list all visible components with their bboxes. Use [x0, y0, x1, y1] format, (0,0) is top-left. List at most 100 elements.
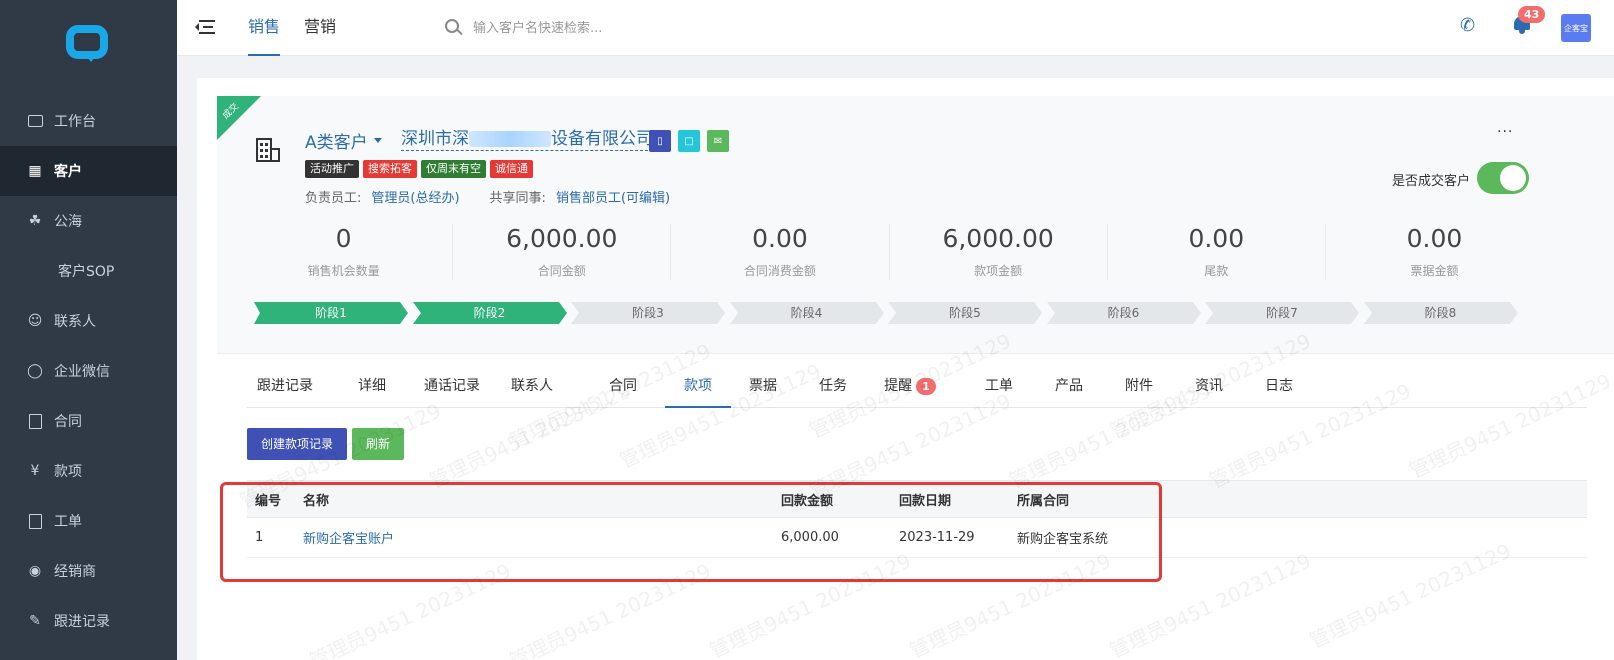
stage-step-3[interactable]: 阶段3: [571, 302, 725, 324]
customer-header: 成交 A类客户 深圳市深 设备有限公司 ▯ □ ✉ 活动推广 搜索拓客 仅周末有空 诚信…: [217, 96, 1614, 354]
contact-icon: ☺: [27, 313, 43, 329]
customer-class-dropdown[interactable]: A类客户: [305, 128, 382, 153]
deal-customer-label: 是否成交客户: [1392, 174, 1471, 189]
customer-tag[interactable]: 活动推广: [305, 160, 359, 178]
stat-value: 0.00: [752, 224, 808, 253]
sidebar-item-label: 客户: [54, 164, 82, 180]
stat-label: 合同金额: [537, 264, 586, 278]
sidebar-item-5[interactable]: ◯ 企业微信: [0, 346, 177, 396]
dealer-icon: ◉: [28, 563, 42, 579]
mobile-icon[interactable]: ▯: [649, 130, 671, 152]
tab-3[interactable]: 联系人: [504, 368, 560, 408]
tab-label: 跟进记录: [257, 378, 313, 394]
sidebar-item-3[interactable]: 客户SOP: [0, 246, 177, 296]
tab-label: 通话记录: [424, 378, 480, 394]
app-logo[interactable]: [66, 25, 108, 65]
deal-customer-toggle[interactable]: [1477, 162, 1529, 194]
tab-1[interactable]: 详细: [344, 368, 400, 408]
stage-label: 阶段8: [1424, 306, 1457, 320]
sidebar-item-label: 款项: [54, 464, 82, 480]
stat-value: 0: [335, 224, 352, 253]
sidebar-item-label: 工作台: [54, 114, 96, 130]
share-value[interactable]: 销售部员工(可编辑): [556, 187, 670, 206]
sidebar-item-label: 公海: [54, 214, 82, 230]
chat-icon[interactable]: □: [678, 130, 700, 152]
owner-row: 负责员工: 管理员(总经办) 共享同事: 销售部员工(可编辑): [305, 187, 700, 206]
top-bar: 销售 营销 ✆ 43 企客宝: [177, 0, 1614, 56]
more-options-icon[interactable]: ···: [1497, 124, 1513, 140]
stage-step-8[interactable]: 阶段8: [1363, 302, 1518, 324]
stage-label: 阶段2: [473, 306, 506, 320]
stage-label: 阶段4: [790, 306, 823, 320]
stage-label: 阶段5: [949, 306, 981, 320]
avatar[interactable]: 企客宝: [1561, 14, 1591, 42]
building-icon: ▦: [28, 163, 42, 179]
tab-10[interactable]: 产品: [1041, 368, 1097, 408]
stat-label: 销售机会数量: [307, 264, 380, 278]
sidebar-item-label: 企业微信: [54, 364, 110, 380]
tab-label: 产品: [1055, 378, 1083, 394]
sidebar-item-label: 合同: [54, 414, 82, 430]
tab-label: 详细: [358, 378, 386, 394]
sidebar-item-6[interactable]: 合同: [0, 396, 177, 446]
caret-down-icon: [373, 138, 382, 143]
contract-icon: [26, 413, 44, 429]
phone-icon[interactable]: ✆: [1460, 15, 1475, 36]
sidebar-item-label: 跟进记录: [54, 614, 110, 630]
stage-step-5[interactable]: 阶段5: [888, 302, 1042, 324]
top-tab-sales[interactable]: 销售: [248, 0, 281, 56]
stat-value: 0.00: [1406, 224, 1463, 253]
tab-0[interactable]: 跟进记录: [247, 368, 323, 408]
sidebar-item-label: 经销商: [54, 564, 96, 580]
sidebar-item-7[interactable]: ¥ 款项: [0, 446, 177, 496]
top-tab-marketing[interactable]: 营销: [304, 0, 336, 56]
mail-icon[interactable]: ✉: [707, 130, 729, 152]
customer-tag[interactable]: 诚信通: [490, 160, 533, 178]
company-name[interactable]: 深圳市深 设备有限公司: [401, 128, 653, 151]
owner-label: 负责员工:: [305, 191, 362, 206]
sidebar-item-8[interactable]: 工单: [0, 496, 177, 546]
sop-icon: [26, 263, 48, 279]
sidebar-item-1[interactable]: ▦ 客户: [0, 146, 177, 196]
search-icon: [445, 19, 463, 37]
tab-label: 款项: [684, 378, 712, 394]
company-name-prefix: 深圳市深: [401, 129, 469, 149]
monitor-icon: [26, 113, 44, 129]
stat-item: 0.00 合同消费金额: [671, 224, 890, 280]
stat-item: 6,000.00 款项金额: [890, 224, 1108, 280]
owner-value[interactable]: 管理员(总经办): [371, 187, 459, 206]
stage-step-7[interactable]: 阶段7: [1205, 302, 1359, 324]
customer-search-input[interactable]: [473, 20, 733, 36]
stage-step-4[interactable]: 阶段4: [729, 302, 884, 324]
stat-value: 6,000.00: [942, 224, 1054, 253]
sidebar-menu: 工作台 ▦ 客户 ☘ 公海客户SOP ☺ 联系人 ◯ 企业微信合同 ¥ 款项 工单 ◉ 经销商 ✎ 跟进记录: [0, 96, 177, 646]
customer-tag[interactable]: 搜索拓客: [363, 160, 417, 178]
deal-ribbon: [217, 96, 261, 140]
sidebar: 工作台 ▦ 客户 ☘ 公海客户SOP ☺ 联系人 ◯ 企业微信合同 ¥ 款项 工单 ◉ 经销商 ✎ 跟进记录: [0, 0, 177, 660]
sidebar-item-9[interactable]: ◉ 经销商: [0, 546, 177, 596]
stage-label: 阶段7: [1266, 306, 1298, 320]
stage-step-6[interactable]: 阶段6: [1046, 302, 1201, 324]
building-icon: [252, 136, 280, 164]
tab-label: 附件: [1125, 378, 1153, 394]
sidebar-item-label: 联系人: [54, 314, 96, 330]
stage-step-1[interactable]: 阶段1: [254, 302, 408, 324]
stat-item: 0.00 票据金额: [1326, 224, 1543, 280]
stat-value: 0.00: [1188, 224, 1245, 253]
sidebar-item-4[interactable]: ☺ 联系人: [0, 296, 177, 346]
stage-label: 阶段3: [632, 306, 664, 320]
sea-icon: ☘: [28, 213, 42, 229]
sidebar-item-0[interactable]: 工作台: [0, 96, 177, 146]
stats-row: 0 销售机会数量 6,000.00 合同金额 0.00 合同消费金额 6,000.00 款项金…: [235, 224, 1543, 280]
stat-label: 款项金额: [974, 264, 1023, 278]
stage-step-2[interactable]: 阶段2: [412, 302, 567, 324]
customer-tag[interactable]: 仅周末有空: [421, 160, 486, 178]
menu-collapse-icon[interactable]: [195, 18, 215, 36]
sidebar-item-10[interactable]: ✎ 跟进记录: [0, 596, 177, 646]
search-box: [445, 14, 745, 42]
tab-label: 联系人: [511, 378, 553, 394]
stat-item: 0 销售机会数量: [235, 224, 454, 280]
sidebar-item-2[interactable]: ☘ 公海: [0, 196, 177, 246]
stat-item: 6,000.00 合同金额: [453, 224, 672, 280]
customer-class-label: A类客户: [305, 133, 368, 153]
